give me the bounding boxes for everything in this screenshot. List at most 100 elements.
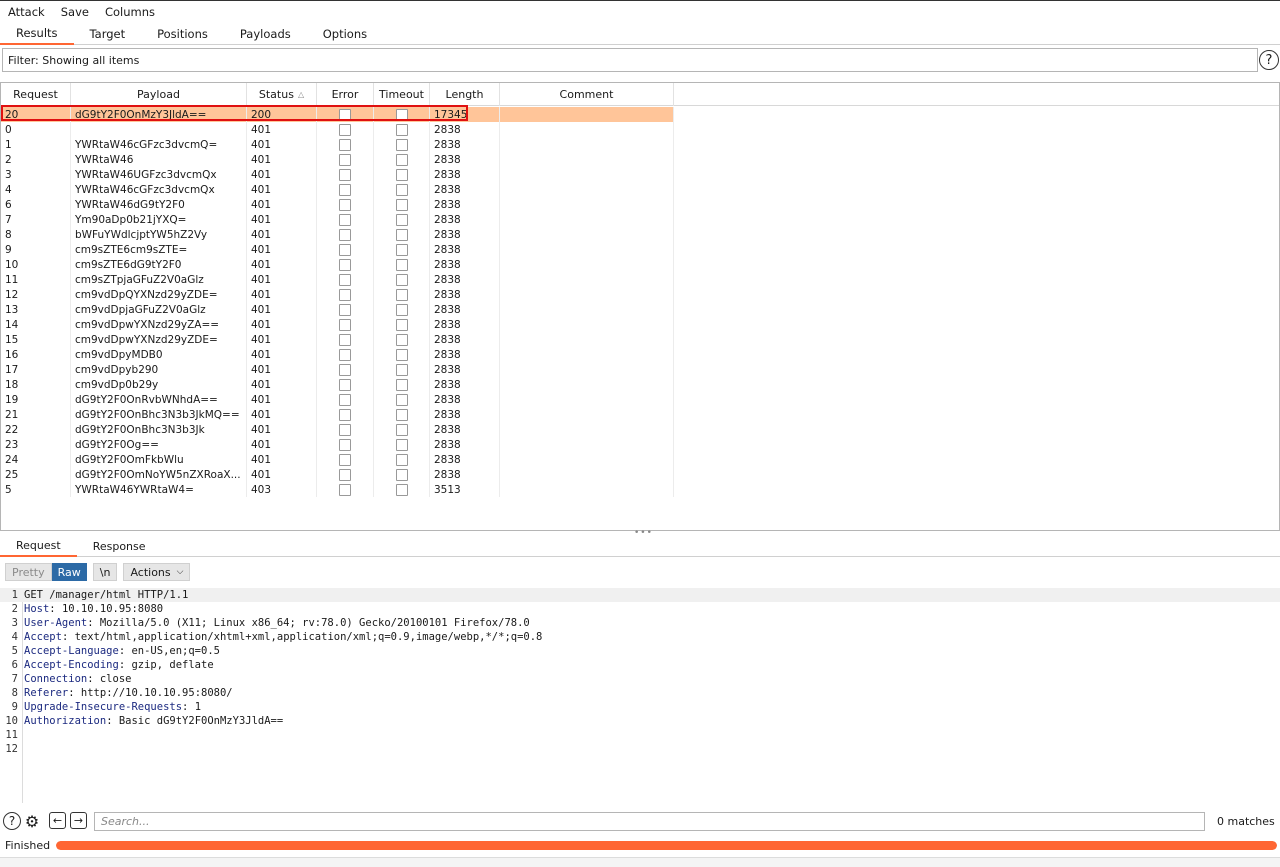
line-code: Accept-Encoding: gzip, deflate: [20, 659, 214, 671]
cell-timeout: [374, 302, 430, 317]
cell-error: [317, 272, 374, 287]
table-row[interactable]: 13 cm9vdDpjaGFuZ2V0aGlz 401 2838: [1, 302, 674, 317]
menu-save[interactable]: Save: [53, 5, 97, 19]
column-length[interactable]: Length: [430, 83, 500, 106]
tab-response[interactable]: Response: [77, 536, 162, 557]
table-row[interactable]: 7 Ym90aDp0b21jYXQ= 401 2838: [1, 212, 674, 227]
search-input[interactable]: Search...: [94, 812, 1205, 831]
table-row[interactable]: 25 dG9tY2F0OmNoYW5nZXRoaX... 401 2838: [1, 467, 674, 482]
error-checkbox: [339, 228, 351, 241]
table-row[interactable]: 2 YWRtaW46 401 2838: [1, 152, 674, 167]
column-request[interactable]: Request: [1, 83, 71, 106]
error-checkbox: [339, 168, 351, 181]
cell-payload: cm9vdDpQYXNzd29yZDE=: [71, 287, 247, 302]
cell-error: [317, 242, 374, 257]
table-row[interactable]: 17 cm9vdDpyb290 401 2838: [1, 362, 674, 377]
table-row[interactable]: 24 dG9tY2F0OmFkbWlu 401 2838: [1, 452, 674, 467]
cell-payload: dG9tY2F0OnBhc3N3b3Jk: [71, 422, 247, 437]
line-number: 3: [11, 617, 18, 629]
header-value: : close: [87, 673, 132, 685]
line-code: Upgrade-Insecure-Requests: 1: [20, 701, 201, 713]
menu-attack[interactable]: Attack: [0, 5, 53, 19]
cell-comment: [500, 422, 674, 437]
error-checkbox: [339, 453, 351, 466]
table-row[interactable]: 16 cm9vdDpyMDB0 401 2838: [1, 347, 674, 362]
column-error[interactable]: Error: [317, 83, 374, 106]
pretty-button[interactable]: Pretty: [5, 563, 52, 581]
timeout-checkbox: [395, 423, 408, 436]
table-row[interactable]: 14 cm9vdDpwYXNzd29yZA== 401 2838: [1, 317, 674, 332]
error-checkbox: [339, 333, 351, 346]
table-row[interactable]: 8 bWFuYWdlcjptYW5hZ2Vy 401 2838: [1, 227, 674, 242]
raw-button[interactable]: Raw: [51, 563, 87, 581]
cell-length: 2838: [430, 302, 500, 317]
column-status[interactable]: Status △: [247, 83, 317, 106]
cell-length: 2838: [430, 227, 500, 242]
line-number: 1: [11, 589, 18, 601]
cell-error: [317, 407, 374, 422]
cell-comment: [500, 272, 674, 287]
match-count: 0 matches: [1217, 815, 1275, 828]
table-row[interactable]: 0 401 2838: [1, 122, 674, 137]
cell-payload: cm9sZTE6cm9sZTE=: [71, 242, 247, 257]
table-row[interactable]: 4 YWRtaW46cGFzc3dvcmQx 401 2838: [1, 182, 674, 197]
timeout-checkbox: [395, 213, 408, 226]
column-payload[interactable]: Payload: [71, 83, 247, 106]
show-newlines-button[interactable]: \n: [92, 563, 118, 581]
column-comment[interactable]: Comment: [500, 83, 674, 106]
cell-request: 12: [1, 287, 71, 302]
arrow-right-icon[interactable]: →: [70, 812, 87, 829]
table-row[interactable]: 18 cm9vdDp0b29y 401 2838: [1, 377, 674, 392]
error-checkbox: [339, 468, 351, 481]
table-row[interactable]: 23 dG9tY2F0Og== 401 2838: [1, 437, 674, 452]
table-row[interactable]: 10 cm9sZTE6dG9tY2F0 401 2838: [1, 257, 674, 272]
tab-payloads[interactable]: Payloads: [224, 22, 307, 45]
cell-request: 24: [1, 452, 71, 467]
cell-request: 14: [1, 317, 71, 332]
header-value: : Mozilla/5.0 (X11; Linux x86_64; rv:78.…: [87, 617, 530, 629]
message-tabs: Request Response: [0, 536, 1280, 557]
table-row[interactable]: 15 cm9vdDpwYXNzd29yZDE= 401 2838: [1, 332, 674, 347]
table-row[interactable]: 9 cm9sZTE6cm9sZTE= 401 2838: [1, 242, 674, 257]
header-value: : http://10.10.10.95:8080/: [68, 687, 233, 699]
filter-bar[interactable]: Filter: Showing all items: [2, 48, 1258, 72]
request-editor[interactable]: 1 GET /manager/html HTTP/1.1 2 Host: 10.10.…: [0, 588, 1280, 803]
tab-options[interactable]: Options: [307, 22, 383, 45]
cell-request: 21: [1, 407, 71, 422]
table-row[interactable]: 19 dG9tY2F0OnRvbWNhdA== 401 2838: [1, 392, 674, 407]
timeout-checkbox: [395, 288, 408, 301]
header-name: Connection: [24, 673, 88, 685]
table-row[interactable]: 1 YWRtaW46cGFzc3dvcmQ= 401 2838: [1, 137, 674, 152]
header-name: Referer: [24, 687, 69, 699]
table-row[interactable]: 3 YWRtaW46UGFzc3dvcmQx 401 2838: [1, 167, 674, 182]
table-row[interactable]: 5 YWRtaW46YWRtaW4= 403 3513: [1, 482, 674, 497]
cell-error: [317, 362, 374, 377]
table-row[interactable]: 12 cm9vdDpQYXNzd29yZDE= 401 2838: [1, 287, 674, 302]
timeout-checkbox: [395, 408, 408, 421]
column-timeout[interactable]: Timeout: [374, 83, 430, 106]
table-row[interactable]: 22 dG9tY2F0OnBhc3N3b3Jk 401 2838: [1, 422, 674, 437]
help-icon[interactable]: ?: [3, 812, 21, 830]
tab-results[interactable]: Results: [0, 22, 74, 45]
gear-icon[interactable]: ⚙: [23, 812, 41, 831]
table-row[interactable]: 11 cm9sZTpjaGFuZ2V0aGlz 401 2838: [1, 272, 674, 287]
tab-positions[interactable]: Positions: [141, 22, 224, 45]
table-row[interactable]: 6 YWRtaW46dG9tY2F0 401 2838: [1, 197, 674, 212]
table-row[interactable]: 21 dG9tY2F0OnBhc3N3b3JkMQ== 401 2838: [1, 407, 674, 422]
cell-comment: [500, 302, 674, 317]
error-checkbox: [339, 288, 351, 301]
actions-dropdown[interactable]: Actions ⌵: [123, 563, 191, 581]
cell-payload: YWRtaW46cGFzc3dvcmQ=: [71, 137, 247, 152]
tab-request[interactable]: Request: [0, 536, 77, 557]
cell-error: [317, 437, 374, 452]
cell-request: 17: [1, 362, 71, 377]
tab-target[interactable]: Target: [74, 22, 142, 45]
cell-status: 401: [247, 347, 317, 362]
cell-status: 403: [247, 482, 317, 497]
cell-status: 401: [247, 242, 317, 257]
menu-columns[interactable]: Columns: [97, 5, 163, 19]
cell-comment: [500, 332, 674, 347]
help-icon[interactable]: ?: [1259, 50, 1279, 70]
arrow-left-icon[interactable]: ←: [49, 812, 66, 829]
cell-status: 401: [247, 362, 317, 377]
